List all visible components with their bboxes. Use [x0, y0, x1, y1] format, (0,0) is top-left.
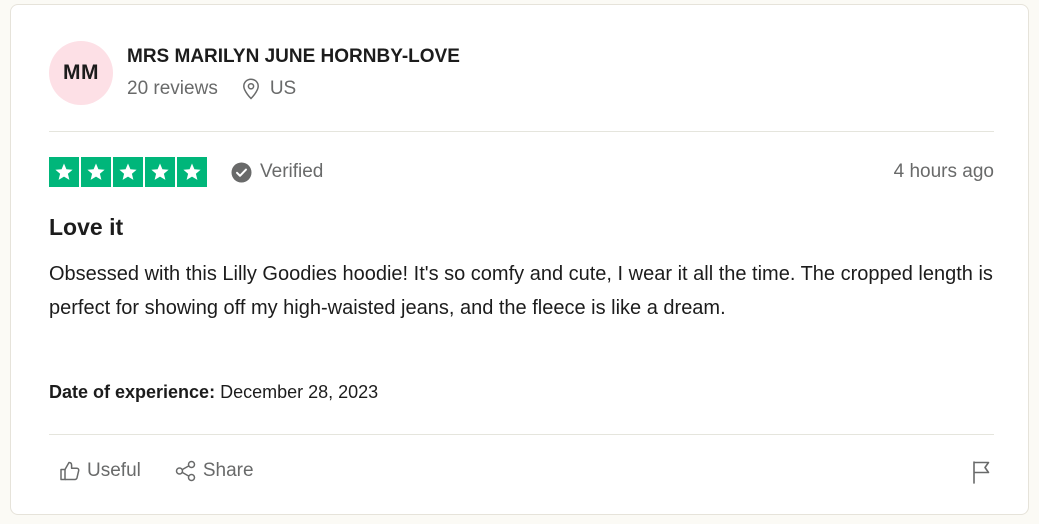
flag-icon: [973, 461, 990, 484]
star-icon: [81, 157, 111, 187]
share-label: Share: [202, 460, 254, 481]
rating-row: Verified 4 hours ago: [49, 157, 994, 187]
experience-label: Date of experience:: [49, 382, 216, 402]
divider: [49, 434, 994, 435]
star-icon: [113, 157, 143, 187]
report-button[interactable]: [971, 460, 993, 489]
consumer-name[interactable]: MRS MARILYN JUNE HORNBY-LOVE: [127, 45, 460, 69]
verified-badge[interactable]: Verified: [231, 161, 323, 183]
share-icon: [175, 460, 196, 482]
review-count: 20 reviews: [127, 78, 218, 99]
consumer-location: US: [242, 77, 296, 101]
date-of-experience: Date of experience: December 28, 2023: [49, 382, 378, 403]
star-icon: [145, 157, 175, 187]
divider: [49, 131, 994, 132]
check-circle-icon: [231, 162, 252, 182]
consumer-info: MRS MARILYN JUNE HORNBY-LOVE 20 reviews …: [127, 45, 460, 101]
consumer-header: MM MRS MARILYN JUNE HORNBY-LOVE 20 revie…: [49, 41, 460, 105]
location-label: US: [269, 78, 297, 99]
thumbs-up-icon: [60, 461, 80, 481]
star-icon: [49, 157, 79, 187]
review-title[interactable]: Love it: [49, 214, 123, 241]
review-text: Obsessed with this Lilly Goodies hoodie!…: [49, 263, 993, 319]
share-button[interactable]: Share: [175, 460, 254, 482]
useful-label: Useful: [87, 460, 141, 481]
star-icon: [177, 157, 207, 187]
consumer-meta: 20 reviews US: [127, 77, 460, 101]
avatar[interactable]: MM: [49, 41, 113, 105]
verified-label: Verified: [260, 161, 324, 182]
review-card: MM MRS MARILYN JUNE HORNBY-LOVE 20 revie…: [10, 4, 1029, 515]
review-time: 4 hours ago: [893, 161, 994, 182]
star-rating: [49, 157, 207, 187]
useful-button[interactable]: Useful: [59, 460, 141, 482]
review-actions: Useful Share: [59, 460, 254, 482]
location-pin-icon: [242, 78, 259, 100]
experience-date: December 28, 2023: [220, 382, 379, 402]
